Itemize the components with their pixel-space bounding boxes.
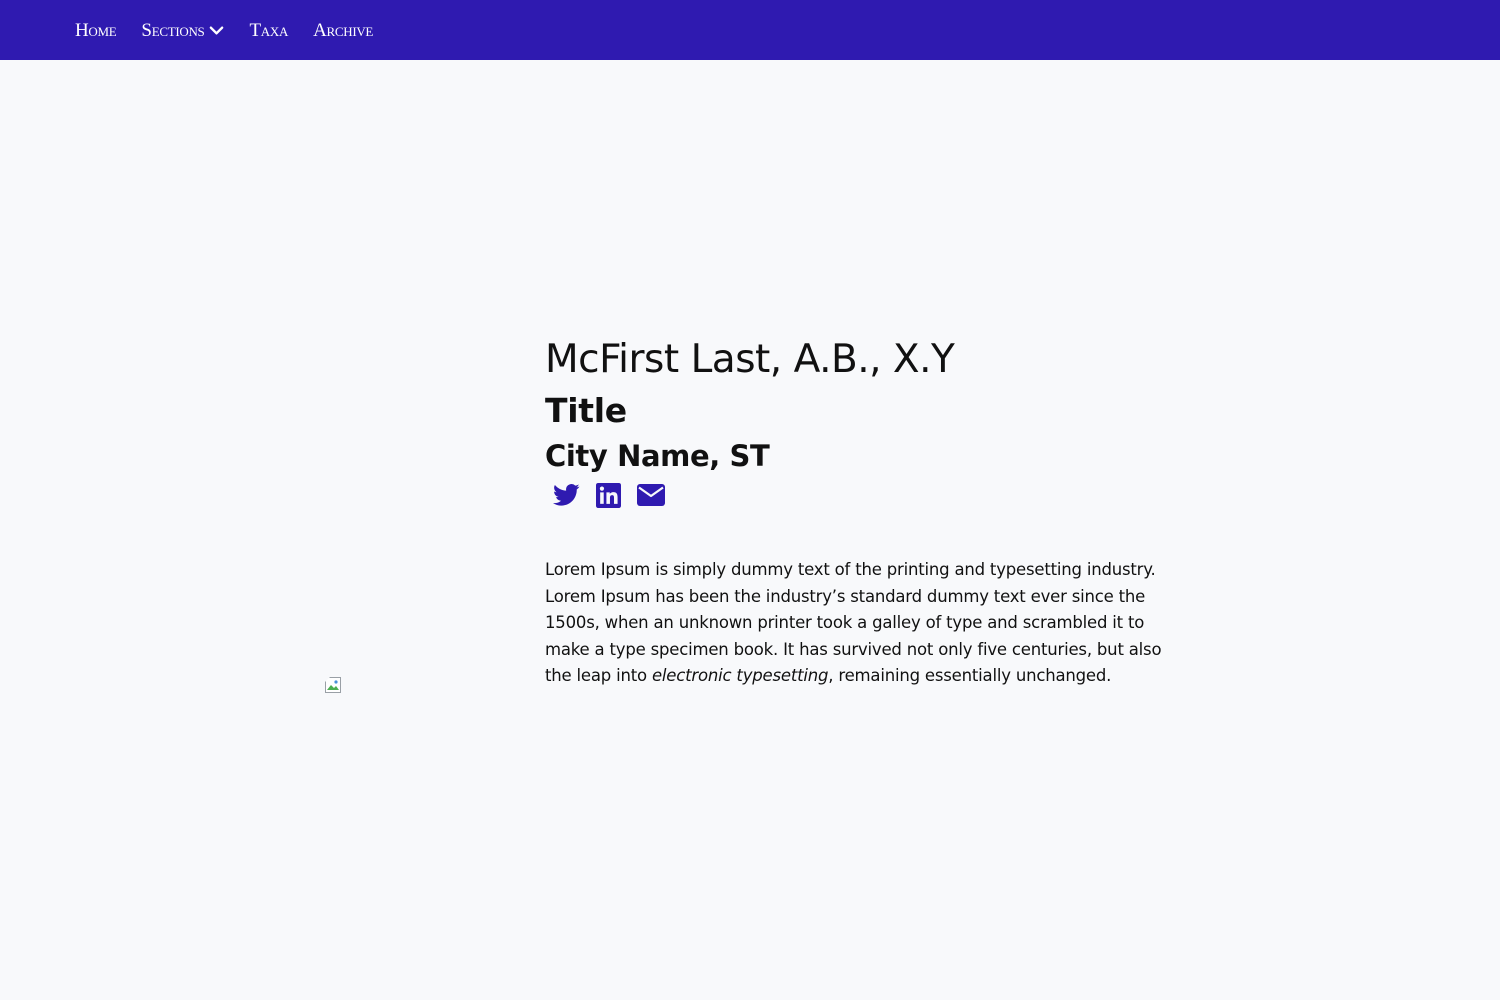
twitter-icon xyxy=(553,484,580,506)
linkedin-link[interactable] xyxy=(596,482,621,508)
broken-image-icon xyxy=(325,677,341,693)
bio-emphasis: electronic typesetting xyxy=(651,666,829,685)
nav-taxa-label: Taxa xyxy=(249,19,289,41)
profile-bio: Lorem Ipsum is simply dummy text of the … xyxy=(545,557,1185,690)
profile-name: McFirst Last, A.B., X.Y xyxy=(545,337,955,382)
profile-photo xyxy=(325,677,341,693)
social-links xyxy=(553,480,1185,510)
nav-home-link[interactable]: Home xyxy=(75,19,117,41)
bio-text-end: , remaining essentially unchanged. xyxy=(828,666,1112,685)
profile-location: City Name, ST xyxy=(545,439,770,473)
nav-home-label: Home xyxy=(75,19,117,41)
nav-archive-label: Archive xyxy=(313,19,374,41)
nav-sections-label: Sections xyxy=(141,19,205,41)
top-navbar: Home Sections Taxa Archive xyxy=(0,0,1500,60)
profile-content: McFirst Last, A.B., X.Y Title City Name,… xyxy=(545,336,1185,706)
nav-taxa-link[interactable]: Taxa xyxy=(249,21,288,40)
email-link[interactable] xyxy=(637,484,665,506)
profile-title: Title xyxy=(545,391,627,430)
nav-sections-dropdown[interactable]: Sections xyxy=(141,21,224,40)
linkedin-icon xyxy=(596,482,621,508)
nav-archive-link[interactable]: Archive xyxy=(313,21,373,40)
nav-menu: Home Sections Taxa Archive xyxy=(75,21,398,40)
twitter-link[interactable] xyxy=(553,483,580,507)
chevron-down-icon xyxy=(210,25,224,35)
envelope-icon xyxy=(637,484,665,506)
